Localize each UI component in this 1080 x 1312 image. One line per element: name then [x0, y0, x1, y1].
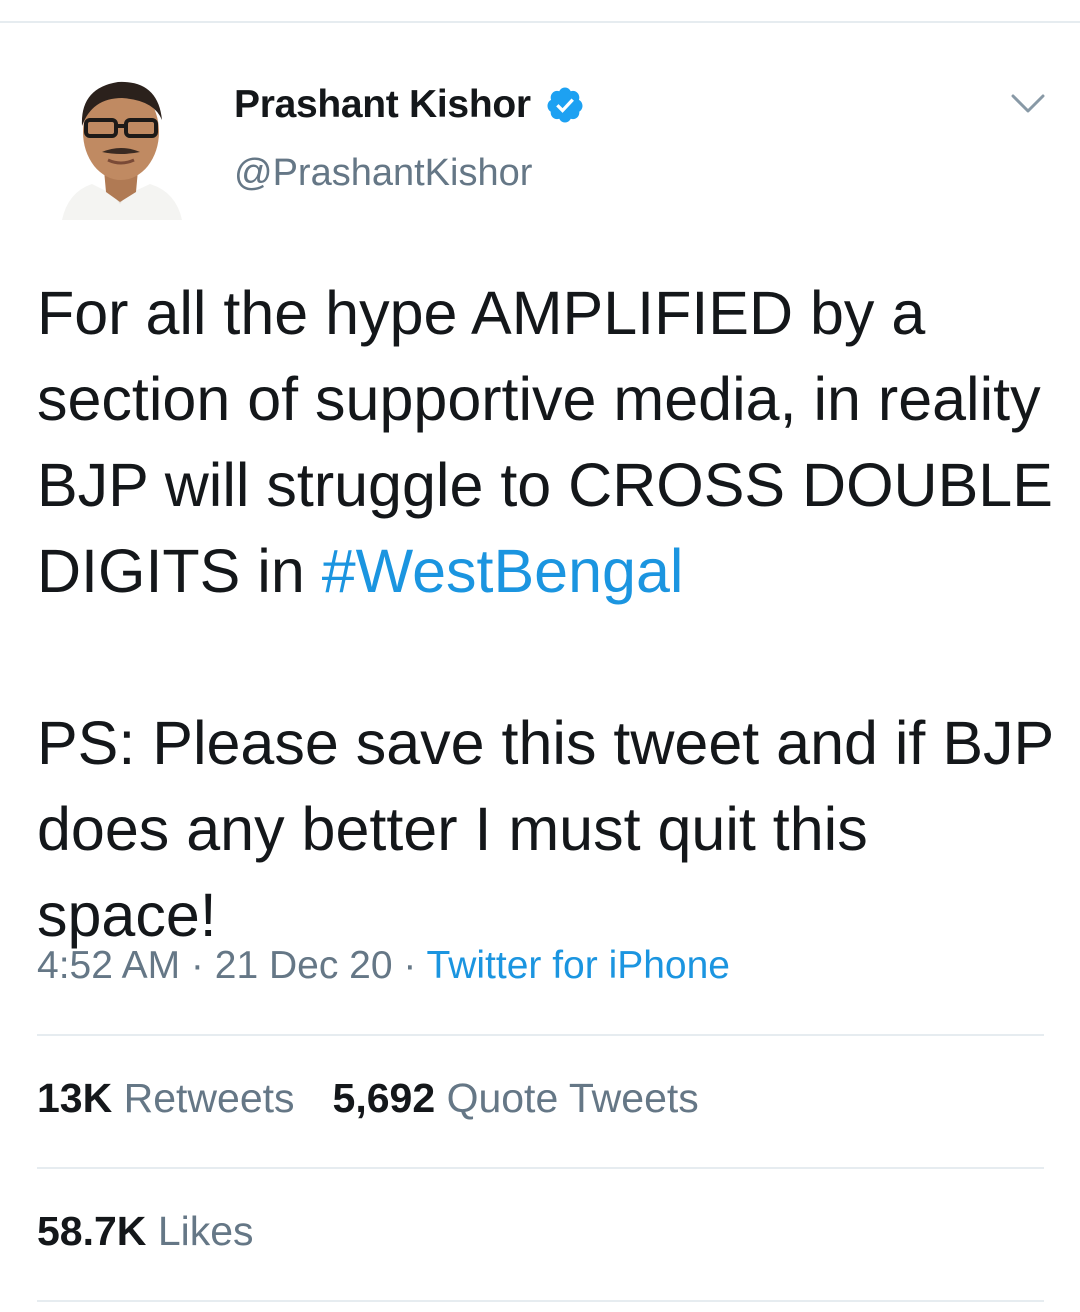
tweet-source-link[interactable]: Twitter for iPhone [427, 944, 730, 987]
tweet-paragraph-1: For all the hype AMPLIFIED by a section … [37, 270, 1057, 614]
likes-count: 58.7K [37, 1208, 147, 1254]
quote-tweets-count: 5,692 [332, 1075, 436, 1121]
retweets-stat[interactable]: 13K Retweets [37, 1075, 295, 1122]
tweet-text: For all the hype AMPLIFIED by a section … [37, 270, 1057, 958]
tweet-menu-button[interactable] [1000, 82, 1056, 126]
meta-separator: · [392, 944, 427, 987]
top-divider [0, 21, 1080, 23]
meta-separator: · [180, 944, 215, 987]
hashtag-link[interactable]: #WestBengal [322, 537, 684, 605]
likes-stat[interactable]: 58.7K Likes [37, 1208, 254, 1254]
divider [37, 1167, 1044, 1169]
likes-label: Likes [157, 1208, 254, 1254]
verified-badge-icon [545, 85, 585, 125]
engagement-stats: 13K Retweets 5,692 Quote Tweets [37, 1075, 699, 1122]
author-handle[interactable]: @PrashantKishor [234, 152, 532, 195]
quote-tweets-stat[interactable]: 5,692 Quote Tweets [333, 1075, 699, 1122]
divider [37, 1300, 1044, 1302]
retweets-count: 13K [37, 1075, 113, 1121]
author-display-name[interactable]: Prashant Kishor [234, 83, 531, 127]
chevron-down-icon [1011, 94, 1045, 113]
quote-tweets-label: Quote Tweets [446, 1075, 699, 1121]
likes-row: 58.7K Likes [37, 1208, 254, 1255]
tweet-meta: 4:52 AM · 21 Dec 20 · Twitter for iPhone [37, 944, 730, 988]
avatar[interactable] [58, 70, 184, 220]
tweet-paragraph-2: PS: Please save this tweet and if BJP do… [37, 709, 1054, 949]
tweet-date[interactable]: 21 Dec 20 [215, 944, 393, 987]
author-name-row[interactable]: Prashant Kishor [234, 80, 585, 130]
retweets-label: Retweets [123, 1075, 295, 1121]
tweet-time[interactable]: 4:52 AM [37, 944, 180, 987]
divider [37, 1034, 1044, 1036]
